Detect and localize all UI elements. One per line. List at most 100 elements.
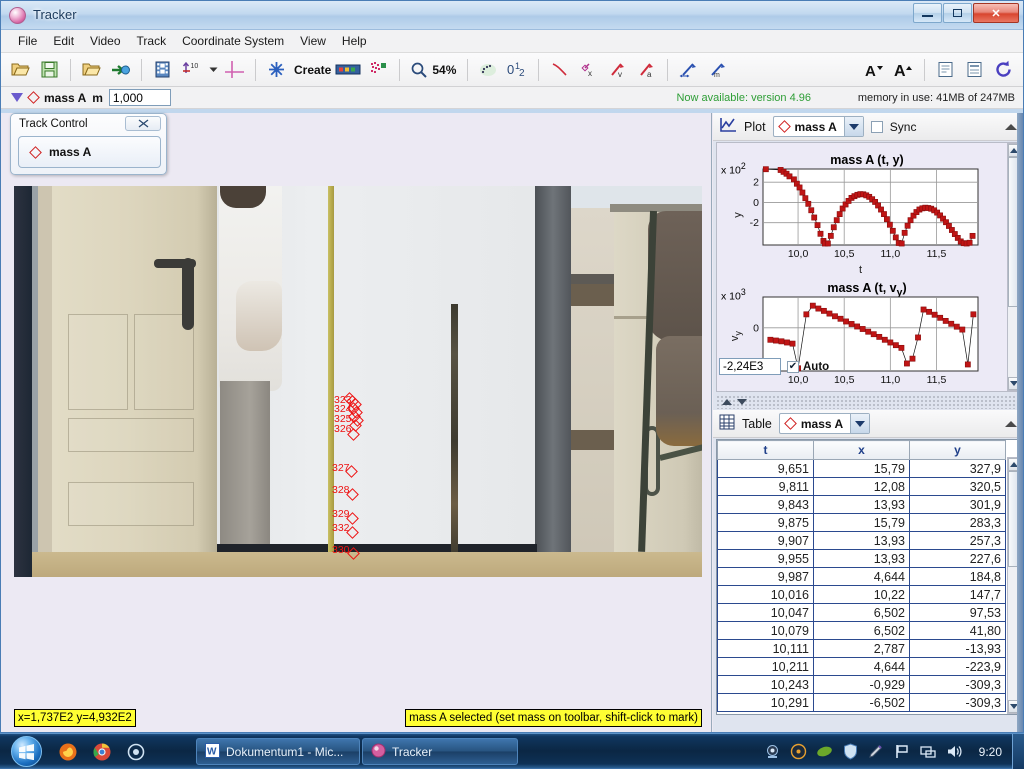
menu-view[interactable]: View — [292, 31, 334, 51]
table-track-combo[interactable]: mass A — [778, 413, 871, 434]
table-cell[interactable]: 9,987 — [717, 567, 814, 586]
table-cell[interactable]: 13,93 — [813, 549, 910, 568]
track-control-close-button[interactable] — [125, 116, 161, 131]
table-cell[interactable]: 41,80 — [909, 621, 1006, 640]
firefox-icon[interactable] — [58, 742, 78, 762]
flag-icon[interactable] — [894, 743, 911, 760]
axes-icon[interactable] — [221, 57, 248, 83]
table-cell[interactable]: 327,9 — [909, 459, 1006, 478]
table-row[interactable]: 10,111 2,787 -13,93 — [717, 639, 1006, 658]
table-row[interactable]: 9,811 12,08 320,5 — [717, 477, 1006, 496]
chevron-down-icon[interactable] — [207, 57, 219, 83]
xy-components-icon[interactable] — [675, 57, 702, 83]
calibration-icon[interactable]: 10 — [178, 57, 205, 83]
table-cell[interactable]: 10,079 — [717, 621, 814, 640]
shield-icon[interactable] — [842, 743, 859, 760]
font-smaller-icon[interactable]: A — [861, 57, 888, 83]
plot-auto-checkbox[interactable]: ✔ — [787, 360, 799, 373]
taskbar-item-word[interactable]: W Dokumentum1 - Mic... — [196, 738, 360, 765]
splitter-down-icon[interactable] — [737, 399, 747, 405]
table-cell[interactable]: 10,211 — [717, 657, 814, 676]
table-cell[interactable]: 10,291 — [717, 693, 814, 712]
table-cell[interactable]: 9,907 — [717, 531, 814, 550]
video-frame[interactable]: 323 324 325 326 327 328 329 332 330 — [14, 186, 702, 577]
table-row[interactable]: 10,079 6,502 41,80 — [717, 621, 1006, 640]
column-header-t[interactable]: t — [717, 440, 814, 460]
mass-input[interactable] — [108, 89, 171, 106]
table-cell[interactable]: 9,811 — [717, 477, 814, 496]
table-row[interactable]: 10,243 -0,929 -309,3 — [717, 675, 1006, 694]
create-icon[interactable] — [263, 57, 290, 83]
sync-checkbox[interactable] — [870, 120, 883, 133]
table-cell[interactable]: 9,955 — [717, 549, 814, 568]
velocity-vector-icon[interactable]: v — [604, 57, 631, 83]
track-ruler-icon[interactable] — [333, 57, 363, 83]
menu-coordinate-system[interactable]: Coordinate System — [174, 31, 292, 51]
chevron-down-icon[interactable] — [843, 117, 863, 136]
column-header-x[interactable]: x — [813, 440, 910, 460]
table-cell[interactable]: 6,502 — [813, 603, 910, 622]
minimize-button[interactable] — [913, 3, 942, 23]
table-row[interactable]: 9,907 13,93 257,3 — [717, 531, 1006, 550]
table-cell[interactable]: 10,047 — [717, 603, 814, 622]
table-cell[interactable]: 2,787 — [813, 639, 910, 658]
menu-file[interactable]: File — [10, 31, 45, 51]
pen-icon[interactable] — [868, 743, 885, 760]
labels-icon[interactable]: 012 — [504, 57, 531, 83]
plot-track-combo[interactable]: mass A — [772, 116, 864, 137]
table-row[interactable]: 9,987 4,644 184,8 — [717, 567, 1006, 586]
table-cell[interactable]: 283,3 — [909, 513, 1006, 532]
plot-collapse-icon[interactable] — [1005, 123, 1017, 130]
table-cell[interactable]: 301,9 — [909, 495, 1006, 514]
table-cell[interactable]: 12,08 — [813, 477, 910, 496]
menu-track[interactable]: Track — [129, 31, 175, 51]
taskbar-item-tracker[interactable]: Tracker — [362, 738, 518, 765]
table-collapse-icon[interactable] — [1005, 420, 1017, 427]
accel-vector-icon[interactable]: a — [633, 57, 660, 83]
table-cell[interactable]: 9,843 — [717, 495, 814, 514]
table-cell[interactable]: 97,53 — [909, 603, 1006, 622]
mass-components-icon[interactable]: m — [704, 57, 731, 83]
nvidia-icon[interactable] — [816, 743, 833, 760]
table-cell[interactable]: 10,111 — [717, 639, 814, 658]
pane-edge-scrollbar[interactable] — [1017, 113, 1023, 732]
menu-edit[interactable]: Edit — [45, 31, 82, 51]
menu-video[interactable]: Video — [82, 31, 128, 51]
disc-icon[interactable] — [790, 743, 807, 760]
open-icon[interactable] — [7, 57, 34, 83]
show-desktop-button[interactable] — [1012, 734, 1024, 769]
table-cell[interactable]: 184,8 — [909, 567, 1006, 586]
table-cell[interactable]: 6,502 — [813, 621, 910, 640]
network-icon[interactable] — [919, 743, 937, 760]
zoom-control[interactable]: 54% — [407, 60, 460, 80]
chevron-down-icon[interactable] — [850, 414, 870, 433]
table-cell[interactable]: 15,79 — [813, 459, 910, 478]
table-cell[interactable]: 257,3 — [909, 531, 1006, 550]
start-button[interactable] — [2, 734, 50, 768]
plot-min-input[interactable] — [719, 358, 781, 375]
table-cell[interactable]: 10,016 — [717, 585, 814, 604]
save-icon[interactable] — [36, 57, 63, 83]
track-menu-icon[interactable] — [11, 93, 23, 102]
table-cell[interactable]: 13,93 — [813, 495, 910, 514]
taskbar-clock[interactable]: 9:20 — [979, 745, 1002, 759]
clip-settings-icon[interactable] — [149, 57, 176, 83]
open-video-icon[interactable] — [78, 57, 105, 83]
plot-body[interactable]: x 102 mass A (t, y) y t 10,0 10,5 11,0 11,5… — [716, 142, 1022, 392]
table-cell[interactable]: 9,875 — [717, 513, 814, 532]
table-cell[interactable]: 10,243 — [717, 675, 814, 694]
table-cell[interactable]: -6,502 — [813, 693, 910, 712]
column-header-y[interactable]: y — [909, 440, 1006, 460]
trails-icon[interactable] — [475, 57, 502, 83]
track-control-item-mass-a[interactable]: mass A — [18, 136, 161, 168]
media-icon[interactable] — [126, 742, 146, 762]
close-button[interactable]: ✕ — [973, 3, 1019, 23]
position-vector-icon[interactable]: x — [575, 57, 602, 83]
data-table-container[interactable]: t x y 9,651 15,79 327,9 9,811 12,08 320,5 9,84… — [716, 439, 1022, 715]
volume-icon[interactable] — [946, 743, 963, 760]
table-cell[interactable]: 9,651 — [717, 459, 814, 478]
splitter-up-icon[interactable] — [722, 399, 732, 405]
table-cell[interactable]: 147,7 — [909, 585, 1006, 604]
refresh-icon[interactable] — [990, 57, 1017, 83]
webcam-icon[interactable] — [764, 743, 781, 760]
